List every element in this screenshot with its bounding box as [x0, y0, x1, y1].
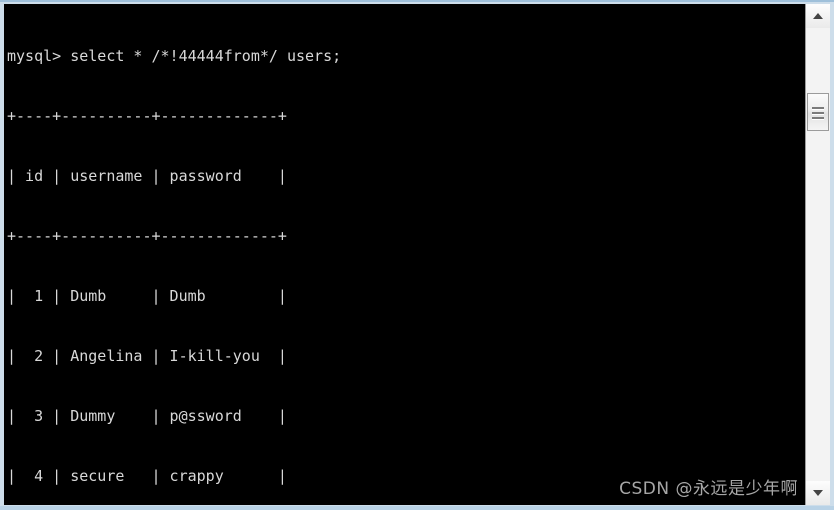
vertical-scrollbar[interactable]: [805, 4, 830, 505]
thumb-grip-line: [812, 112, 824, 115]
scroll-up-arrow-icon: [813, 13, 823, 19]
console-window-frame: mysql> select * /*!44444from*/ users; +-…: [0, 0, 834, 510]
thumb-grip-line: [812, 117, 824, 120]
csdn-watermark: CSDN @永远是少年啊: [619, 479, 798, 499]
terminal-console[interactable]: mysql> select * /*!44444from*/ users; +-…: [4, 4, 830, 505]
table-separator-top: +----+----------+-------------+: [7, 107, 287, 125]
scroll-down-button[interactable]: [806, 481, 830, 505]
scroll-up-button[interactable]: [806, 4, 830, 28]
prompt-line-1: mysql> select * /*!44444from*/ users;: [7, 47, 342, 65]
terminal-output: mysql> select * /*!44444from*/ users; +-…: [7, 6, 827, 505]
table-header-row: | id | username | password |: [7, 167, 287, 185]
table-row: | 2 | Angelina | I-kill-you |: [7, 347, 287, 365]
scrollbar-thumb[interactable]: [807, 93, 829, 131]
window-top-rule: [0, 0, 834, 2]
table-row: | 3 | Dummy | p@ssword |: [7, 407, 287, 425]
scroll-down-arrow-icon: [813, 490, 823, 496]
thumb-grip-line: [812, 107, 824, 110]
window-bottom-rule: [0, 506, 834, 510]
scrollbar-track[interactable]: [806, 28, 830, 481]
table-row: | 1 | Dumb | Dumb |: [7, 287, 287, 305]
table-separator-header: +----+----------+-------------+: [7, 227, 287, 245]
